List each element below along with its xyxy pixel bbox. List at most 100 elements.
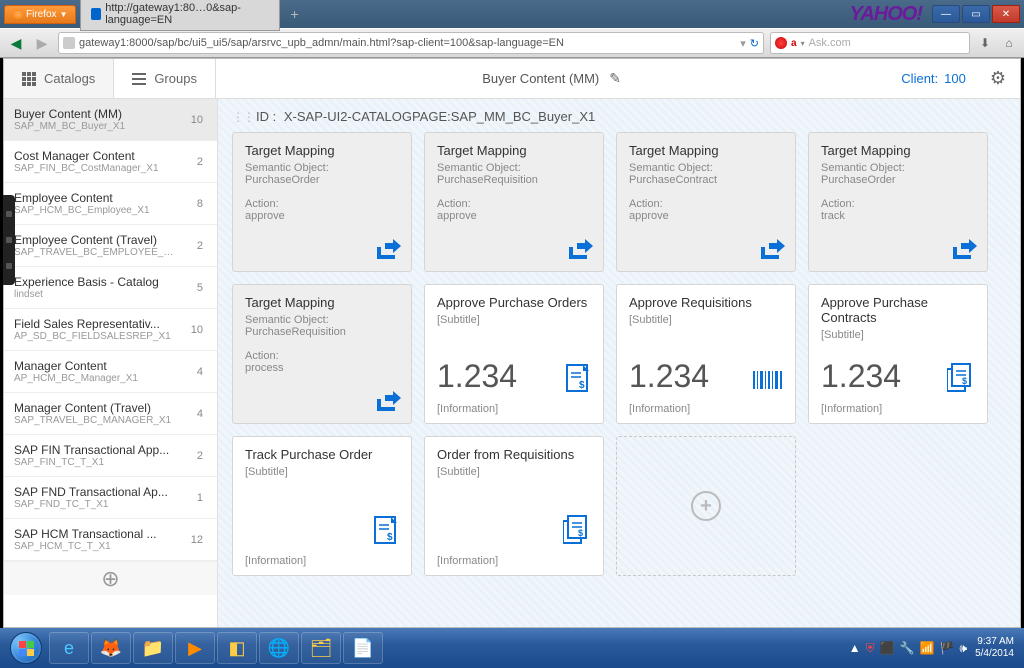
start-button[interactable] [4, 629, 48, 667]
tile-semantic-value: PurchaseRequisition [245, 326, 399, 338]
grid-icon [22, 72, 36, 86]
window-minimize[interactable]: — [932, 5, 960, 23]
downloads-icon[interactable]: ⬇ [976, 34, 994, 52]
sidebar-item[interactable]: SAP FND Transactional Ap...SAP_FND_TC_T_… [4, 477, 217, 519]
nav-back[interactable]: ◀ [6, 33, 26, 53]
sidebar-item[interactable]: SAP FIN Transactional App...SAP_FIN_TC_T… [4, 435, 217, 477]
sidebar-item[interactable]: Cost Manager ContentSAP_FIN_BC_CostManag… [4, 141, 217, 183]
sidebar-item[interactable]: Buyer Content (MM)SAP_MM_BC_Buyer_X1 10 [4, 99, 217, 141]
tile-semantic-value: PurchaseRequisition [437, 174, 591, 186]
sidebar-item-title: Field Sales Representativ... [14, 317, 171, 331]
taskbar-ie[interactable]: e [49, 632, 89, 664]
doc-dollar-icon: $ [565, 363, 591, 393]
app-tile[interactable]: Order from Requisitions [Subtitle] $ [In… [424, 436, 604, 576]
sidebar-item-sub: SAP_TRAVEL_BC_MANAGER_X1 [14, 415, 171, 426]
sidebar-item-title: SAP HCM Transactional ... [14, 527, 157, 541]
tile-action-value: approve [245, 210, 399, 222]
tile-title: Target Mapping [629, 143, 783, 158]
barcode-icon [753, 367, 783, 393]
add-catalog-button[interactable]: ⊕ [4, 561, 217, 595]
sidebar-item-count: 4 [193, 366, 207, 378]
tile-kpi-value: 1.234 [437, 358, 517, 395]
tile-semantic-label: Semantic Object: [629, 162, 783, 174]
yahoo-logo: YAHOO! [849, 3, 922, 26]
target-mapping-tile[interactable]: Target Mapping Semantic Object: Purchase… [232, 132, 412, 272]
sidebar-item[interactable]: SAP HCM Transactional ...SAP_HCM_TC_T_X1… [4, 519, 217, 561]
target-mapping-tile[interactable]: Target Mapping Semantic Object: Purchase… [232, 284, 412, 424]
catalog-sidebar: Buyer Content (MM)SAP_MM_BC_Buyer_X1 10 Co… [4, 99, 218, 627]
share-icon[interactable] [759, 239, 785, 261]
browser-toolbar: ◀ ▶ gateway1:8000/sap/bc/ui5_ui5/sap/ars… [0, 28, 1024, 58]
taskbar-explorer[interactable]: 📁 [133, 632, 173, 664]
share-icon[interactable] [375, 391, 401, 413]
tile-title: Order from Requisitions [437, 447, 591, 462]
tile-action-label: Action: [245, 350, 399, 362]
tile-action-value: track [821, 210, 975, 222]
add-tile-button[interactable]: + [616, 436, 796, 576]
new-tab-button[interactable]: + [284, 6, 304, 22]
taskbar-chrome[interactable]: 🌐 [259, 632, 299, 664]
target-mapping-tile[interactable]: Target Mapping Semantic Object: Purchase… [616, 132, 796, 272]
sidebar-item-sub: SAP_FIN_TC_T_X1 [14, 457, 169, 468]
tile-title: Approve Requisitions [629, 295, 783, 310]
search-bar[interactable]: a ▾ Ask.com [770, 32, 970, 54]
taskbar-app1[interactable]: ◧ [217, 632, 257, 664]
sidebar-item[interactable]: Employee Content (Travel)SAP_TRAVEL_BC_E… [4, 225, 217, 267]
taskbar-clock[interactable]: 9:37 AM 5/4/2014 [975, 636, 1014, 660]
app-tile[interactable]: Approve Purchase Orders [Subtitle] 1.234… [424, 284, 604, 424]
svg-text:$: $ [962, 376, 967, 386]
sidebar-item-count: 10 [187, 324, 207, 336]
sidebar-item-count: 5 [193, 282, 207, 294]
edit-icon[interactable]: ✎ [609, 70, 621, 87]
list-icon [132, 73, 146, 85]
taskbar-app2[interactable]: 🗂 [301, 632, 341, 664]
window-maximize[interactable]: ▭ [962, 5, 990, 23]
browser-tab[interactable]: http://gateway1:80…0&sap-language=EN [80, 0, 280, 31]
tile-semantic-label: Semantic Object: [245, 314, 399, 326]
sidebar-item[interactable]: Employee ContentSAP_HCM_BC_Employee_X18 [4, 183, 217, 225]
sidebar-item-title: Buyer Content (MM) [14, 107, 125, 121]
tile-action-label: Action: [629, 198, 783, 210]
sidebar-item[interactable]: Manager ContentAP_HCM_BC_Manager_X14 [4, 351, 217, 393]
gear-icon[interactable]: ⚙ [990, 68, 1006, 89]
nav-forward[interactable]: ▶ [32, 33, 52, 53]
tile-title: Target Mapping [437, 143, 591, 158]
sidebar-item-sub: lindset [14, 289, 159, 300]
url-bar[interactable]: gateway1:8000/sap/bc/ui5_ui5/sap/arsrvc_… [58, 32, 764, 54]
sidebar-item-sub: SAP_HCM_TC_T_X1 [14, 541, 157, 552]
tile-subtitle: [Subtitle] [821, 329, 975, 341]
window-close[interactable]: ✕ [992, 5, 1020, 23]
doc-stack-dollar-icon: $ [947, 363, 975, 393]
doc-dollar-icon: $ [373, 515, 399, 545]
sidebar-item-count: 10 [187, 114, 207, 126]
dock-rail[interactable] [3, 195, 15, 285]
share-icon[interactable] [567, 239, 593, 261]
app-tile[interactable]: Approve Purchase Contracts [Subtitle] 1.… [808, 284, 988, 424]
firefox-menu-button[interactable]: Firefox ▼ [4, 5, 76, 24]
sidebar-item[interactable]: Field Sales Representativ...AP_SD_BC_FIE… [4, 309, 217, 351]
sidebar-item[interactable]: Manager Content (Travel)SAP_TRAVEL_BC_MA… [4, 393, 217, 435]
taskbar-firefox[interactable]: 🦊 [91, 632, 131, 664]
tab-groups[interactable]: Groups [114, 59, 216, 98]
tile-action-label: Action: [821, 198, 975, 210]
taskbar-media[interactable]: ▶ [175, 632, 215, 664]
app-tile[interactable]: Track Purchase Order [Subtitle] $ [Infor… [232, 436, 412, 576]
plus-icon: + [691, 491, 721, 521]
drag-handle-icon[interactable]: ⋮⋮ [232, 110, 254, 124]
app-tile[interactable]: Approve Requisitions [Subtitle] 1.234 [I… [616, 284, 796, 424]
share-icon[interactable] [375, 239, 401, 261]
catalog-id-value: X-SAP-UI2-CATALOGPAGE:SAP_MM_BC_Buyer_X1 [284, 109, 595, 124]
catalog-id-label: ID : [256, 109, 276, 124]
home-icon[interactable]: ⌂ [1000, 34, 1018, 52]
target-mapping-tile[interactable]: Target Mapping Semantic Object: Purchase… [424, 132, 604, 272]
taskbar-app3[interactable]: 📄 [343, 632, 383, 664]
sidebar-item-title: SAP FIN Transactional App... [14, 443, 169, 457]
sidebar-item-count: 4 [193, 408, 207, 420]
tab-catalogs[interactable]: Catalogs [4, 59, 114, 98]
target-mapping-tile[interactable]: Target Mapping Semantic Object: Purchase… [808, 132, 988, 272]
sidebar-item[interactable]: Experience Basis - Cataloglindset5 [4, 267, 217, 309]
system-tray[interactable]: ▲⛨⬛🔧📶🏴🕪 [849, 641, 967, 656]
sidebar-item-sub: SAP_MM_BC_Buyer_X1 [14, 121, 125, 132]
tile-information: [Information] [245, 555, 306, 567]
share-icon[interactable] [951, 239, 977, 261]
